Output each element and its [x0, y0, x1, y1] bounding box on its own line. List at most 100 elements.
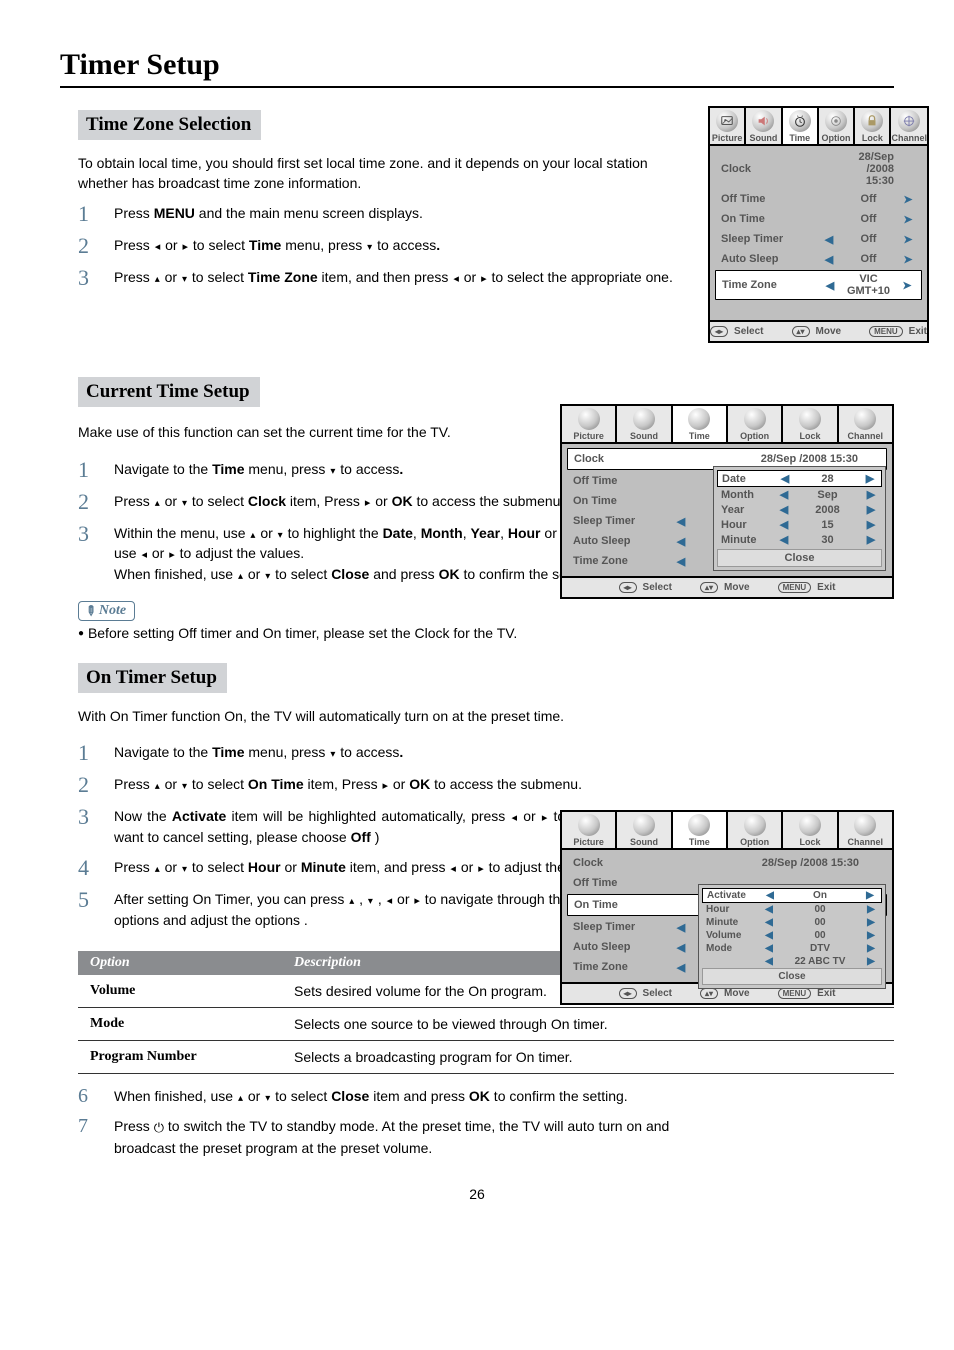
sub-value: 00 [776, 904, 864, 915]
sub-label: Date [722, 473, 778, 485]
text: to select the appropriate one. [488, 269, 673, 285]
row-label: Time Zone [722, 279, 822, 291]
menu-key-icon: MENU [869, 326, 903, 337]
sub-label: Month [721, 489, 777, 501]
item-name: Month [421, 525, 463, 541]
right-caret-icon: ▶ [864, 488, 878, 501]
right-caret-icon: ▶ [864, 917, 878, 928]
text: , [355, 891, 367, 907]
sub-label: Volume [706, 930, 762, 941]
osd-tab-time: Time [673, 812, 728, 848]
left-caret-icon: ◀ [762, 930, 776, 941]
text: or [161, 269, 181, 285]
left-caret-icon: ◀ [673, 941, 689, 954]
foot-label: Exit [909, 326, 927, 337]
osd-tabs: Picture Sound Time Option Lock Channel [562, 812, 892, 850]
osd-submenu-ontime: Activate◀On▶ Hour◀00▶ Minute◀00▶ Volume◀… [698, 884, 886, 989]
osd-tab-time: Time [783, 108, 819, 144]
ots-step-1: 1 Navigate to the Time menu, press ▾ to … [78, 742, 686, 764]
item-name: On Time [248, 776, 304, 792]
row-label: Clock [573, 857, 673, 869]
left-arrow-icon: ◂ [511, 812, 519, 824]
sub-row-hour: Hour◀15▶ [717, 517, 882, 532]
key-label: MENU [154, 205, 195, 221]
text: or [161, 237, 181, 253]
right-caret-icon: ▶ [864, 904, 878, 915]
note-tag: ✎ Note [78, 601, 135, 621]
text: menu, press [281, 237, 366, 253]
tab-label: Picture [573, 431, 604, 441]
text: Press [114, 859, 154, 875]
row-value: 28/Sep /2008 15:30 [689, 857, 865, 869]
osd-tab-option: Option [728, 812, 783, 848]
step-number: 1 [78, 742, 114, 764]
text: Navigate to the [114, 744, 212, 760]
sub-row-date: Date◀28▶ [717, 470, 882, 487]
ud-keys-icon: ▴▾ [792, 326, 810, 337]
step-number: 1 [78, 203, 114, 225]
text: or [161, 776, 181, 792]
row-label: Time Zone [573, 961, 673, 973]
text: Press [114, 269, 154, 285]
tab-label: Lock [862, 133, 883, 143]
right-arrow-icon: ▸ [381, 780, 389, 792]
step-number: 7 [78, 1116, 114, 1136]
foot-label: Exit [817, 582, 835, 593]
tab-label: Picture [573, 837, 604, 847]
left-caret-icon: ◀ [777, 488, 791, 501]
text: . [399, 461, 403, 477]
text: to access [336, 461, 399, 477]
right-caret-icon: ▶ [864, 943, 878, 954]
text: , [374, 891, 386, 907]
item-name: Activate [172, 808, 226, 824]
text: or [148, 545, 168, 561]
key-label: OK [392, 493, 413, 509]
text: or [244, 566, 264, 582]
text: Within the menu, use [114, 525, 249, 541]
osd-tab-sound: Sound [617, 812, 672, 848]
left-caret-icon: ◀ [821, 233, 837, 246]
left-arrow-icon: ◂ [452, 273, 460, 285]
sub-value: 2008 [791, 504, 864, 516]
right-caret-icon: ➤ [900, 253, 916, 266]
channel-icon [854, 814, 876, 836]
tzs-intro: To obtain local time, you should first s… [78, 154, 686, 193]
text: When finished, use [114, 1088, 237, 1104]
tab-label: Sound [749, 133, 777, 143]
text: to select [189, 237, 249, 253]
osd-tab-option: Option [819, 108, 855, 144]
text: or [457, 859, 477, 875]
opt-name: Program Number [78, 1040, 282, 1073]
ud-keys-icon: ▴▾ [700, 582, 718, 593]
text: , [413, 525, 421, 541]
item-name: Time Zone [248, 269, 318, 285]
text: Navigate to the [114, 461, 212, 477]
step-number: 2 [78, 491, 114, 513]
value-name: Off [351, 829, 371, 845]
sub-row-month: Month◀Sep▶ [717, 487, 882, 502]
foot-label: Move [724, 988, 750, 999]
item-name: Close [331, 566, 369, 582]
sub-value: 00 [776, 917, 864, 928]
text: to select [271, 566, 331, 582]
section-title-timezone: Time Zone Selection [78, 110, 261, 140]
time-icon [688, 814, 710, 836]
row-value: Off [837, 193, 900, 205]
right-caret-icon: ▶ [864, 956, 878, 967]
osd-tab-lock: Lock [783, 812, 838, 848]
osd-tab-picture: Picture [562, 406, 617, 442]
tab-label: Lock [799, 837, 820, 847]
sub-row-minute: Minute◀00▶ [702, 916, 882, 929]
text: When finished, use [114, 566, 237, 582]
foot-label: Select [643, 988, 672, 999]
osd-tab-sound: Sound [617, 406, 672, 442]
left-caret-icon: ◀ [777, 503, 791, 516]
right-caret-icon: ▶ [864, 533, 878, 546]
menu-key-icon: MENU [778, 988, 812, 999]
picture-icon [716, 110, 738, 132]
step-number: 6 [78, 1086, 114, 1106]
tzs-step-1: 1 Press MENU and the main menu screen di… [78, 203, 686, 225]
left-caret-icon: ◀ [822, 279, 838, 292]
foot-label: Select [643, 582, 672, 593]
opt-name: Volume [78, 975, 282, 1008]
